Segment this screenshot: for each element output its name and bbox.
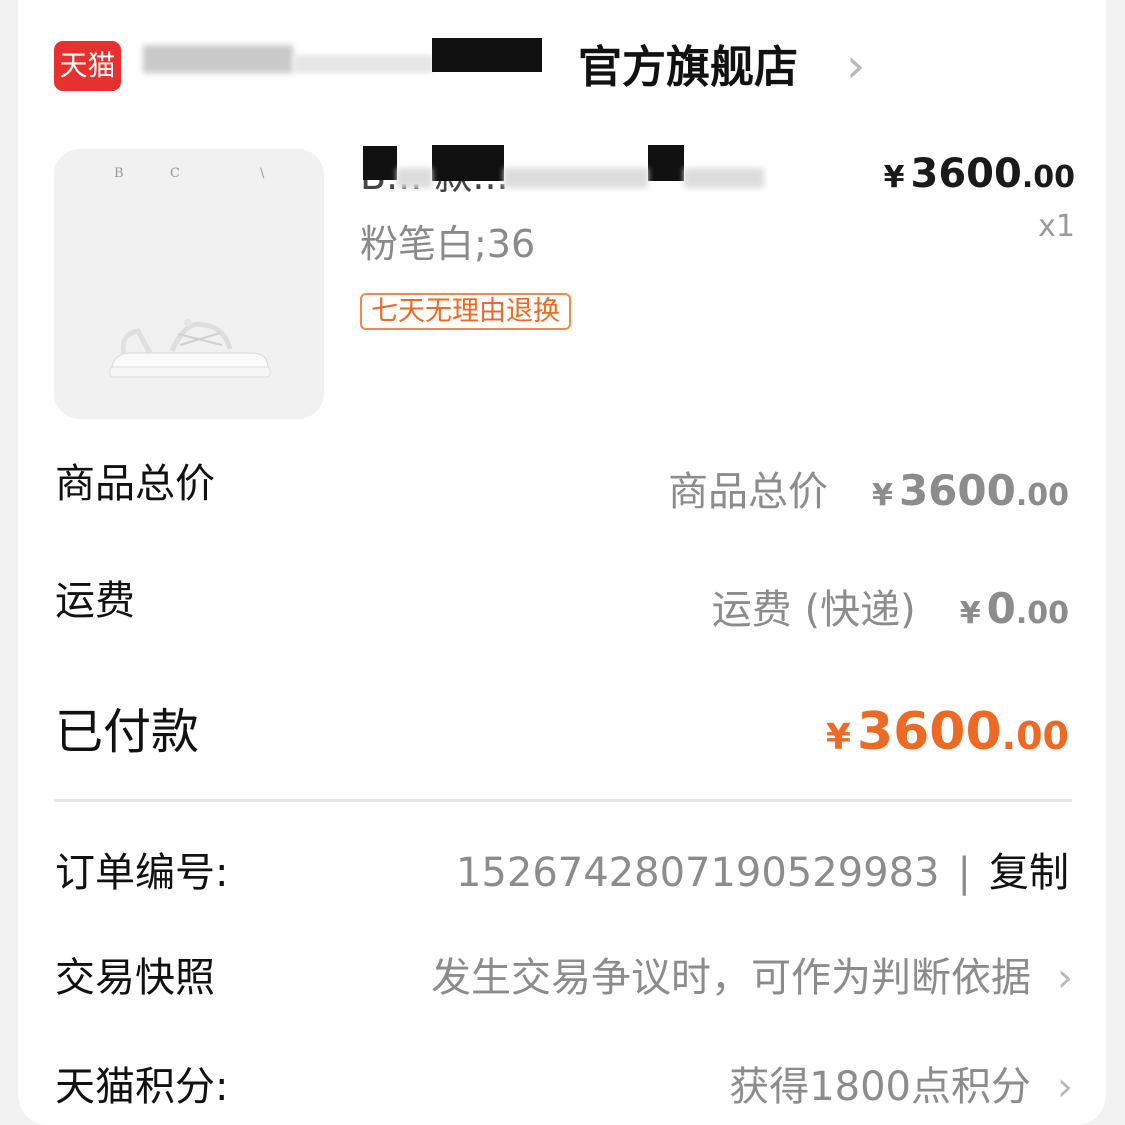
product-variant: 粉笔白;36 <box>360 222 536 266</box>
snapshot-row[interactable]: 发生交易争议时，可作为判断依据 › <box>431 950 1073 1006</box>
goods-total-value: 商品总价 ¥3600.00 <box>668 464 1069 520</box>
currency-symbol: ¥ <box>825 717 851 758</box>
return-policy-tag: 七天无理由退换 <box>360 293 571 330</box>
product-thumbnail[interactable]: B C \ <box>54 149 324 419</box>
paid-label: 已付款 <box>55 704 200 760</box>
points-row[interactable]: 获得1800点积分 › <box>729 1059 1073 1115</box>
svg-text:\: \ <box>260 166 265 181</box>
currency-symbol: ¥ <box>883 160 905 195</box>
goods-total-sub-label: 商品总价 <box>668 469 829 515</box>
order-number-row: 1526742807190529983 | 复制 <box>456 845 1069 901</box>
amount-decimal: .00 <box>1015 478 1069 513</box>
price-decimal: .00 <box>1021 160 1075 195</box>
shipping-value: 运费 (快递) ¥0.00 <box>712 582 1069 638</box>
goods-total-label: 商品总价 <box>55 461 215 507</box>
redacted-store-name-blur <box>143 45 293 73</box>
goods-total-amount: ¥3600.00 <box>872 466 1069 515</box>
tmall-logo: 天猫 <box>54 41 121 91</box>
separator: | <box>957 850 971 896</box>
redacted-title-block <box>432 145 504 181</box>
sandal-image-icon: B C \ <box>54 149 324 419</box>
price-integer: 3600 <box>910 151 1022 197</box>
currency-symbol: ¥ <box>959 596 981 631</box>
product-quantity: x1 <box>1038 209 1075 244</box>
copy-order-number-button[interactable]: 复制 <box>989 850 1069 896</box>
redacted-title-blur <box>397 168 432 188</box>
points-label: 天猫积分: <box>55 1064 229 1110</box>
redacted-title-block <box>363 146 397 180</box>
redacted-title-blur <box>504 168 648 188</box>
store-name-suffix[interactable]: 官方旗舰店 <box>578 38 798 98</box>
redacted-title-block <box>648 145 684 181</box>
store-chevron-right-icon[interactable]: › <box>846 42 865 90</box>
product-price: ¥3600.00 <box>884 148 1075 204</box>
order-number-value: 1526742807190529983 <box>455 850 940 896</box>
amount-decimal: .00 <box>1001 714 1069 758</box>
snapshot-description: 发生交易争议时，可作为判断依据 <box>431 955 1031 1001</box>
divider <box>54 799 1072 802</box>
svg-text:C: C <box>170 166 180 181</box>
shipping-label: 运费 <box>55 578 135 624</box>
points-value: 获得1800点积分 <box>729 1064 1031 1110</box>
amount-decimal: .00 <box>1015 596 1069 631</box>
snapshot-label: 交易快照 <box>55 955 215 1001</box>
svg-text:B: B <box>114 166 124 181</box>
shipping-sub-label: 运费 (快递) <box>711 587 916 633</box>
paid-amount: ¥3600.00 <box>826 700 1069 770</box>
shipping-amount: ¥0.00 <box>960 584 1069 633</box>
redacted-title-blur <box>684 168 764 188</box>
chevron-right-icon: › <box>1057 1064 1073 1110</box>
amount-integer: 3600 <box>856 702 1002 762</box>
amount-integer: 0 <box>986 584 1016 633</box>
currency-symbol: ¥ <box>872 478 893 513</box>
chevron-right-icon: › <box>1057 955 1073 1001</box>
redacted-store-name-blur <box>293 55 433 73</box>
amount-integer: 3600 <box>898 466 1016 515</box>
redacted-store-name-block <box>432 38 542 72</box>
order-number-label: 订单编号: <box>55 850 229 896</box>
